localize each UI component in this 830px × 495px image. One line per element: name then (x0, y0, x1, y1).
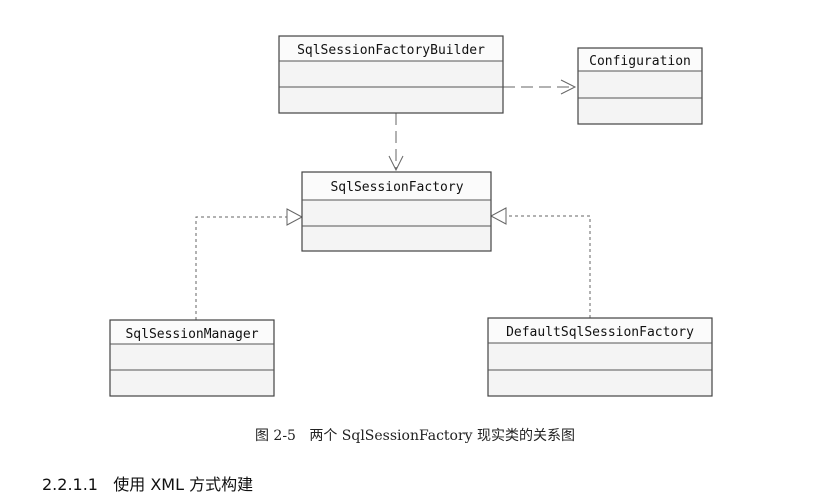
realization-line (506, 215, 591, 318)
figure-caption: 图 2-5 两个 SqlSessionFactory 现实类的关系图 (254, 428, 576, 444)
relation-builder-factory (388, 113, 404, 172)
realization-triangle (489, 207, 507, 225)
realization-triangle (286, 208, 304, 226)
class-name: DefaultSqlSessionFactory (506, 325, 694, 340)
class-name: Configuration (589, 54, 691, 69)
relation-builder-configuration (503, 79, 577, 95)
class-builder[interactable]: SqlSessionFactoryBuilder (278, 35, 504, 114)
class-name: SqlSessionFactory (330, 180, 463, 195)
class-factory[interactable]: SqlSessionFactory (301, 171, 492, 252)
class-configuration[interactable]: Configuration (577, 47, 703, 125)
section-heading: 2.2.1.1 使用 XML 方式构建 (42, 475, 254, 494)
class-name: SqlSessionFactoryBuilder (297, 43, 485, 58)
class-diagram: SqlSessionFactoryBuilder Configuration S… (109, 35, 713, 397)
class-manager[interactable]: SqlSessionManager (109, 319, 275, 397)
realization-line (195, 216, 287, 320)
class-name: SqlSessionManager (125, 327, 258, 342)
relation-default-factory (489, 207, 591, 318)
relation-manager-factory (195, 208, 304, 320)
class-default-factory[interactable]: DefaultSqlSessionFactory (487, 317, 713, 397)
